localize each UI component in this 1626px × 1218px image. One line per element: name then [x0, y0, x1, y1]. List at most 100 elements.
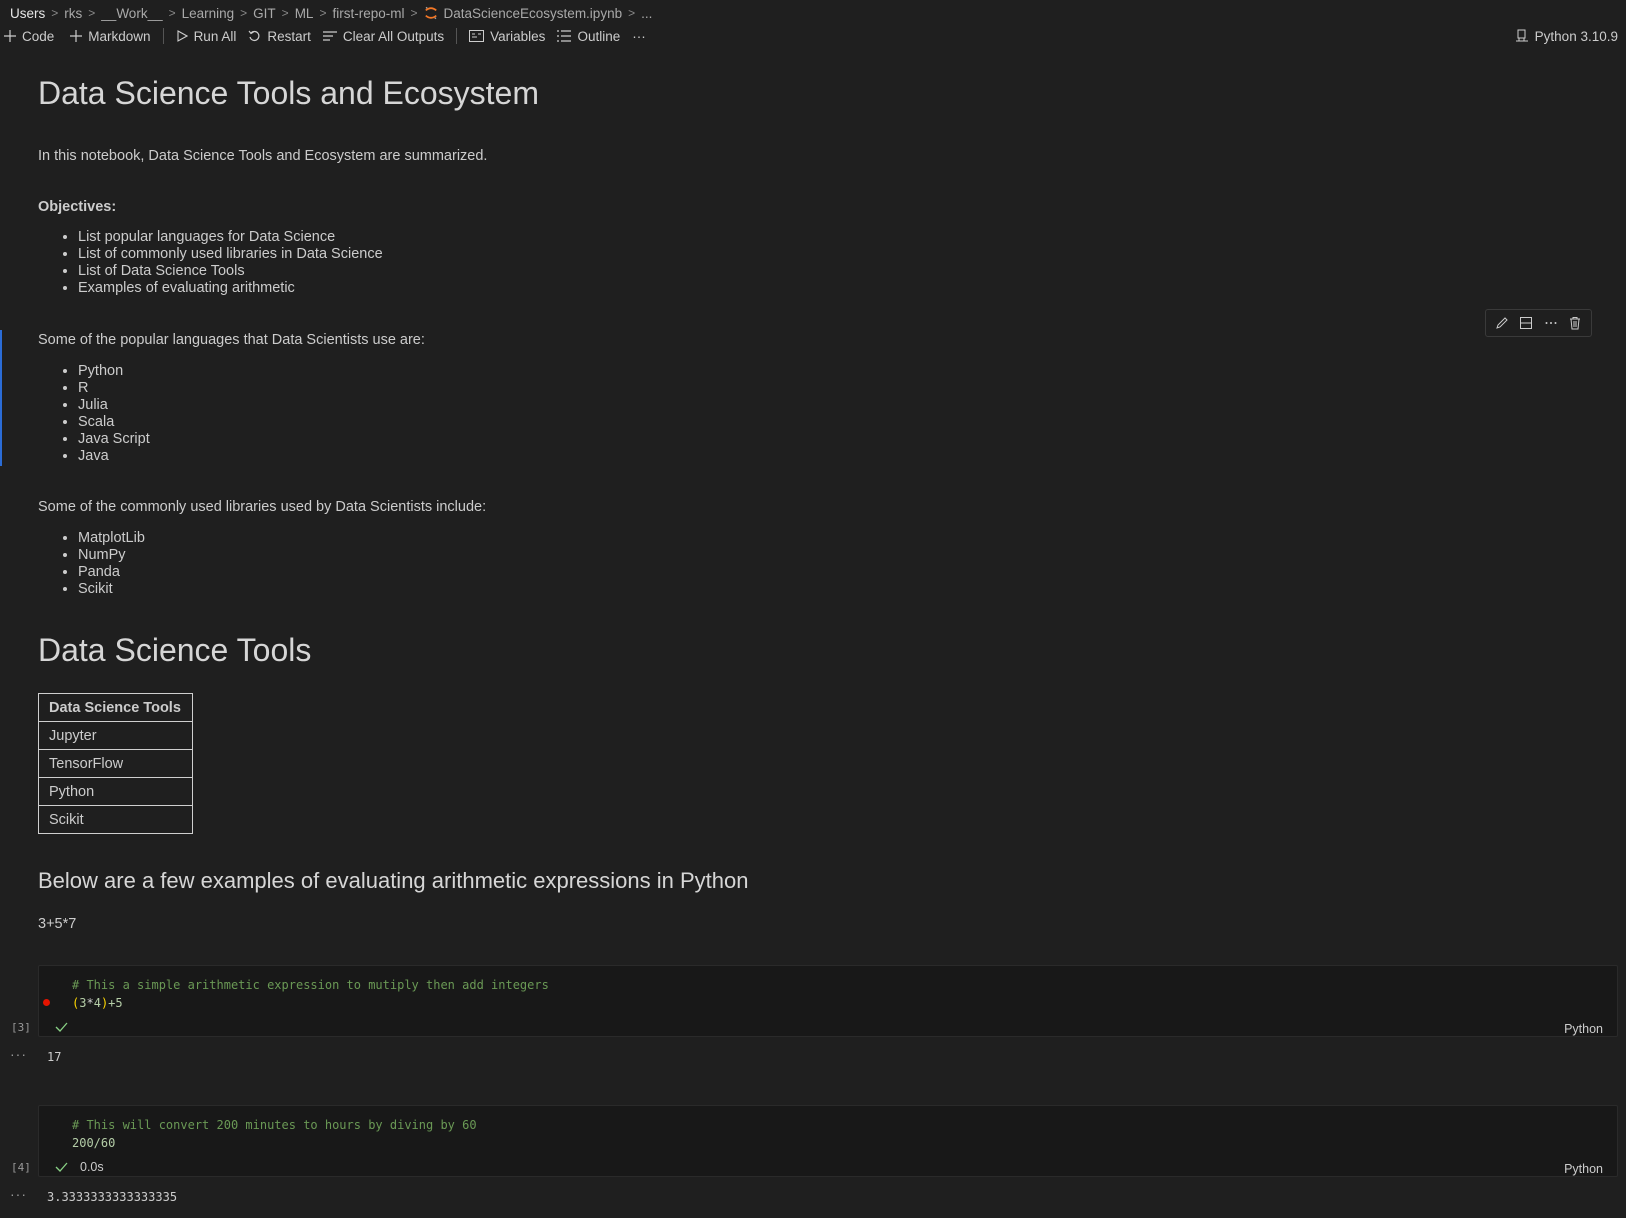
code-line[interactable]: 200/60: [72, 1136, 115, 1150]
clear-all-outputs-label: Clear All Outputs: [342, 28, 445, 44]
chevron-right-icon: >: [240, 6, 248, 20]
table-cell: TensorFlow: [38, 749, 193, 778]
cell-toolbar: [1485, 309, 1592, 337]
tools-table: Data Science Tools Jupyter TensorFlow Py…: [38, 693, 193, 834]
arithmetic-heading: Below are a few examples of evaluating a…: [38, 868, 749, 893]
libraries-intro: Some of the commonly used libraries used…: [38, 499, 487, 515]
cell-output: 17: [47, 1050, 62, 1064]
breadcrumb-more[interactable]: ...: [641, 6, 652, 21]
output-more-icon[interactable]: ···: [10, 1046, 27, 1062]
add-markdown-button[interactable]: Markdown: [64, 25, 156, 47]
table-cell: Scikit: [38, 805, 193, 834]
plus-icon: [4, 30, 16, 42]
arithmetic-example: 3+5*7: [38, 916, 77, 932]
more-actions-button[interactable]: ···: [626, 25, 652, 47]
notebook-title: Data Science Tools and Ecosystem: [38, 75, 539, 111]
breadcrumb-file[interactable]: DataScienceEcosystem.ipynb: [444, 6, 623, 21]
code-cell[interactable]: # This will convert 200 minutes to hours…: [38, 1105, 1618, 1177]
code-comment: # This a simple arithmetic expression to…: [72, 978, 549, 992]
chevron-right-icon: >: [410, 6, 418, 20]
edit-icon[interactable]: [1495, 316, 1509, 330]
run-all-button[interactable]: Run All: [170, 25, 243, 47]
list-item: Examples of evaluating arithmetic: [78, 280, 383, 297]
plus-icon: [70, 30, 83, 42]
table-row: Python: [38, 777, 193, 806]
variables-label: Variables: [490, 28, 546, 44]
code-comment: # This will convert 200 minutes to hours…: [72, 1118, 477, 1132]
languages-list: Python R Julia Scala Java Script Java: [38, 363, 150, 465]
outline-label: Outline: [577, 28, 621, 44]
table-header-cell: Data Science Tools: [38, 693, 193, 722]
tools-heading: Data Science Tools: [38, 632, 312, 668]
breadcrumb-item[interactable]: __Work__: [101, 6, 162, 21]
breadcrumb-item[interactable]: GIT: [253, 6, 276, 21]
jupyter-notebook-icon: [424, 6, 437, 20]
run-all-label: Run All: [193, 28, 237, 44]
list-item: Julia: [78, 397, 150, 414]
toolbar-divider: [162, 28, 164, 44]
cell-language[interactable]: Python: [1564, 1022, 1603, 1036]
chevron-right-icon: >: [628, 6, 636, 20]
cell-output: 3.3333333333333335: [47, 1190, 178, 1204]
chevron-right-icon: >: [281, 6, 289, 20]
table-row: TensorFlow: [38, 749, 193, 778]
breakpoint-icon[interactable]: [43, 999, 50, 1006]
table-row: Jupyter: [38, 721, 193, 750]
objectives-label: Objectives:: [38, 199, 117, 215]
code-cell[interactable]: # This a simple arithmetic expression to…: [38, 965, 1618, 1037]
clear-all-outputs-button[interactable]: Clear All Outputs: [317, 25, 450, 47]
add-markdown-label: Markdown: [88, 28, 151, 44]
variables-button[interactable]: Variables: [463, 25, 551, 47]
list-item: Panda: [78, 564, 145, 581]
variables-icon: [469, 30, 485, 42]
success-check-icon: [55, 1022, 68, 1032]
table-cell: Python: [38, 777, 193, 806]
table-row: Scikit: [38, 805, 193, 834]
chevron-right-icon: >: [168, 6, 176, 20]
delete-icon[interactable]: [1568, 316, 1582, 330]
kernel-label: Python 3.10.9: [1534, 28, 1618, 44]
restart-button[interactable]: Restart: [242, 25, 317, 47]
success-check-icon: [55, 1162, 68, 1172]
table-cell: Jupyter: [38, 721, 193, 750]
list-item: MatplotLib: [78, 530, 145, 547]
languages-intro: Some of the popular languages that Data …: [38, 332, 425, 348]
intro-text: In this notebook, Data Science Tools and…: [38, 148, 488, 164]
chevron-right-icon: >: [319, 6, 327, 20]
notebook-toolbar: Code Markdown Run All Restart Clear All …: [0, 24, 1626, 48]
table-header-row: Data Science Tools: [38, 693, 193, 722]
list-item: List popular languages for Data Science: [78, 229, 383, 246]
clear-all-icon: [322, 31, 337, 41]
breadcrumb-item[interactable]: Learning: [182, 6, 235, 21]
list-item: List of commonly used libraries in Data …: [78, 246, 383, 263]
kernel-picker[interactable]: Python 3.10.9: [1515, 24, 1618, 48]
list-item: Java Script: [78, 431, 150, 448]
breadcrumb-item[interactable]: rks: [64, 6, 82, 21]
execution-count: [4]: [11, 1161, 31, 1174]
objectives-list: List popular languages for Data Science …: [38, 229, 383, 297]
list-item: NumPy: [78, 547, 145, 564]
kernel-icon: [1515, 29, 1528, 42]
restart-icon: [248, 30, 260, 41]
chevron-right-icon: >: [51, 6, 59, 20]
play-icon: [177, 30, 188, 42]
restart-label: Restart: [267, 28, 311, 44]
execution-count: [3]: [11, 1021, 31, 1034]
output-more-icon[interactable]: ···: [10, 1186, 27, 1202]
breadcrumb-item[interactable]: first-repo-ml: [332, 6, 404, 21]
list-item: Python: [78, 363, 150, 380]
breadcrumb-item[interactable]: Users: [10, 6, 45, 21]
more-icon[interactable]: [1544, 316, 1558, 330]
cell-language[interactable]: Python: [1564, 1162, 1603, 1176]
code-line[interactable]: (3*4)+5: [72, 996, 123, 1010]
libraries-list: MatplotLib NumPy Panda Scikit: [38, 530, 145, 598]
outline-icon: [557, 30, 572, 42]
execution-duration: 0.0s: [80, 1160, 104, 1174]
active-cell-indicator: [0, 330, 2, 466]
add-code-button[interactable]: Code: [0, 25, 60, 47]
list-item: Scikit: [78, 581, 145, 598]
toolbar-divider: [456, 28, 458, 44]
outline-button[interactable]: Outline: [551, 25, 626, 47]
split-cell-icon[interactable]: [1519, 316, 1533, 330]
breadcrumb-item[interactable]: ML: [295, 6, 314, 21]
